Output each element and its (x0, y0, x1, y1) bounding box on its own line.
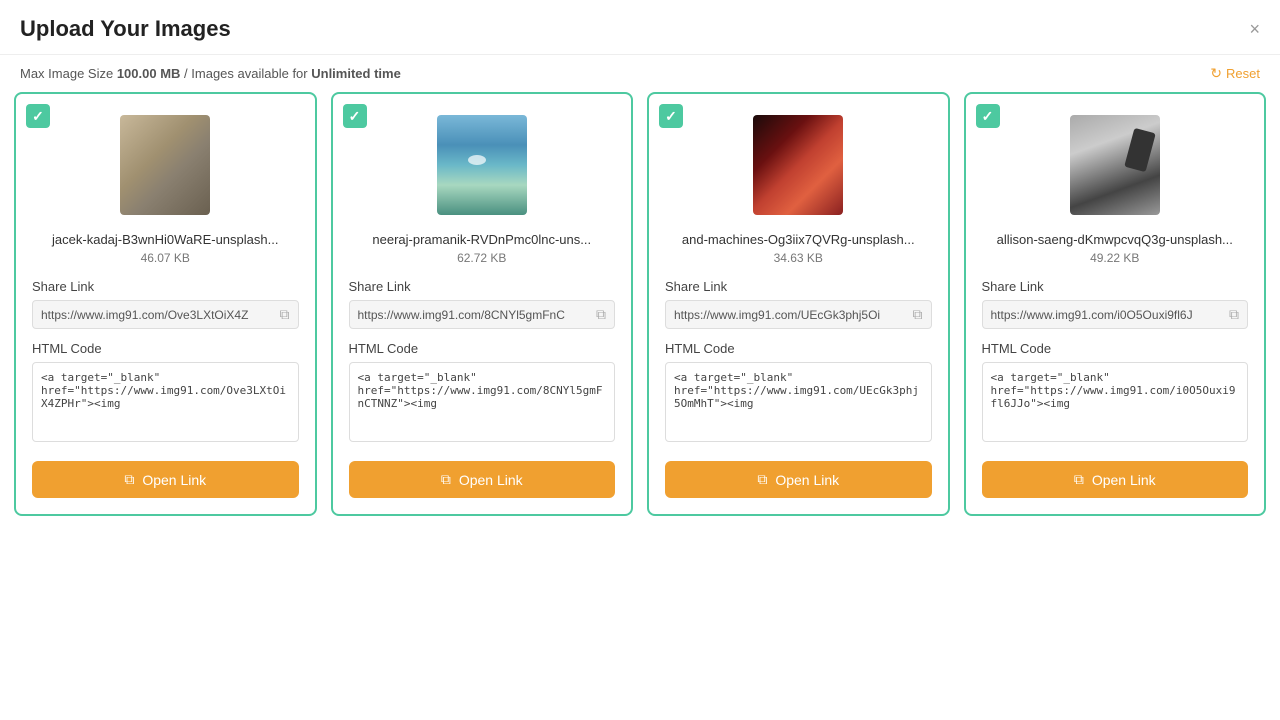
file-name-2: neeraj-pramanik-RVDnPmc0lnc-uns... (349, 232, 616, 247)
image-card-4: ✓ allison-saeng-dKmwpcvqQ3g-unsplash... … (964, 92, 1267, 516)
reset-icon: ↻ (1210, 65, 1222, 82)
image-preview-wrap-3 (665, 110, 932, 220)
file-size-1: 46.07 KB (32, 251, 299, 265)
header: Upload Your Images × (0, 0, 1280, 55)
image-card-2: ✓ neeraj-pramanik-RVDnPmc0lnc-uns... 62.… (331, 92, 634, 516)
image-preview-wrap-4 (982, 110, 1249, 220)
open-link-label-2: Open Link (459, 472, 523, 488)
html-code-label-4: HTML Code (982, 341, 1249, 356)
open-link-button-4[interactable]: ⧉ Open Link (982, 461, 1249, 498)
open-link-icon-2: ⧉ (441, 471, 451, 488)
open-link-label-4: Open Link (1092, 472, 1156, 488)
check-badge-2: ✓ (343, 104, 367, 128)
info-bar: Max Image Size 100.00 MB / Images availa… (0, 55, 1280, 92)
share-link-label-4: Share Link (982, 279, 1249, 294)
html-code-label-3: HTML Code (665, 341, 932, 356)
copy-icon-3[interactable]: ⧉ (913, 306, 923, 323)
html-code-label-1: HTML Code (32, 341, 299, 356)
info-prefix: Max Image Size (20, 66, 117, 81)
share-link-label-2: Share Link (349, 279, 616, 294)
open-link-button-3[interactable]: ⧉ Open Link (665, 461, 932, 498)
share-link-text-2: https://www.img91.com/8CNYl5gmFnC (358, 308, 591, 322)
share-link-row-2: https://www.img91.com/8CNYl5gmFnC ⧉ (349, 300, 616, 329)
html-code-area-4[interactable] (982, 362, 1249, 442)
open-link-button-2[interactable]: ⧉ Open Link (349, 461, 616, 498)
open-link-icon-1: ⧉ (124, 471, 134, 488)
share-link-label-1: Share Link (32, 279, 299, 294)
share-link-text-4: https://www.img91.com/i0O5Ouxi9fl6J (991, 308, 1224, 322)
share-link-text-3: https://www.img91.com/UEcGk3phj5Oi (674, 308, 907, 322)
copy-icon-4[interactable]: ⧉ (1229, 306, 1239, 323)
image-thumbnail-3 (753, 115, 843, 215)
html-code-area-3[interactable] (665, 362, 932, 442)
image-thumbnail-2 (437, 115, 527, 215)
open-link-button-1[interactable]: ⧉ Open Link (32, 461, 299, 498)
file-name-4: allison-saeng-dKmwpcvqQ3g-unsplash... (982, 232, 1249, 247)
cards-container: ✓ jacek-kadaj-B3wnHi0WaRE-unsplash... 46… (0, 92, 1280, 530)
availability-value: Unlimited time (311, 66, 401, 81)
share-link-label-3: Share Link (665, 279, 932, 294)
check-badge-4: ✓ (976, 104, 1000, 128)
file-size-4: 49.22 KB (982, 251, 1249, 265)
check-badge-1: ✓ (26, 104, 50, 128)
image-card-1: ✓ jacek-kadaj-B3wnHi0WaRE-unsplash... 46… (14, 92, 317, 516)
html-code-area-1[interactable] (32, 362, 299, 442)
reset-button[interactable]: ↻ Reset (1210, 65, 1260, 82)
image-preview-wrap-1 (32, 110, 299, 220)
html-code-area-2[interactable] (349, 362, 616, 442)
file-name-1: jacek-kadaj-B3wnHi0WaRE-unsplash... (32, 232, 299, 247)
page-title: Upload Your Images (20, 16, 231, 42)
image-preview-wrap-2 (349, 110, 616, 220)
share-link-text-1: https://www.img91.com/Ove3LXtOiX4Z (41, 308, 274, 322)
open-link-label-1: Open Link (142, 472, 206, 488)
share-link-row-3: https://www.img91.com/UEcGk3phj5Oi ⧉ (665, 300, 932, 329)
html-code-label-2: HTML Code (349, 341, 616, 356)
max-size-value: 100.00 MB (117, 66, 181, 81)
file-name-3: and-machines-Og3iix7QVRg-unsplash... (665, 232, 932, 247)
info-separator: / Images available for (184, 66, 311, 81)
file-size-2: 62.72 KB (349, 251, 616, 265)
close-icon[interactable]: × (1249, 19, 1260, 40)
check-badge-3: ✓ (659, 104, 683, 128)
open-link-label-3: Open Link (775, 472, 839, 488)
open-link-icon-4: ⧉ (1074, 471, 1084, 488)
copy-icon-2[interactable]: ⧉ (596, 306, 606, 323)
open-link-icon-3: ⧉ (757, 471, 767, 488)
image-thumbnail-1 (120, 115, 210, 215)
share-link-row-4: https://www.img91.com/i0O5Ouxi9fl6J ⧉ (982, 300, 1249, 329)
copy-icon-1[interactable]: ⧉ (280, 306, 290, 323)
file-size-3: 34.63 KB (665, 251, 932, 265)
image-card-3: ✓ and-machines-Og3iix7QVRg-unsplash... 3… (647, 92, 950, 516)
info-text: Max Image Size 100.00 MB / Images availa… (20, 66, 401, 81)
share-link-row-1: https://www.img91.com/Ove3LXtOiX4Z ⧉ (32, 300, 299, 329)
image-thumbnail-4 (1070, 115, 1160, 215)
reset-label: Reset (1226, 66, 1260, 81)
